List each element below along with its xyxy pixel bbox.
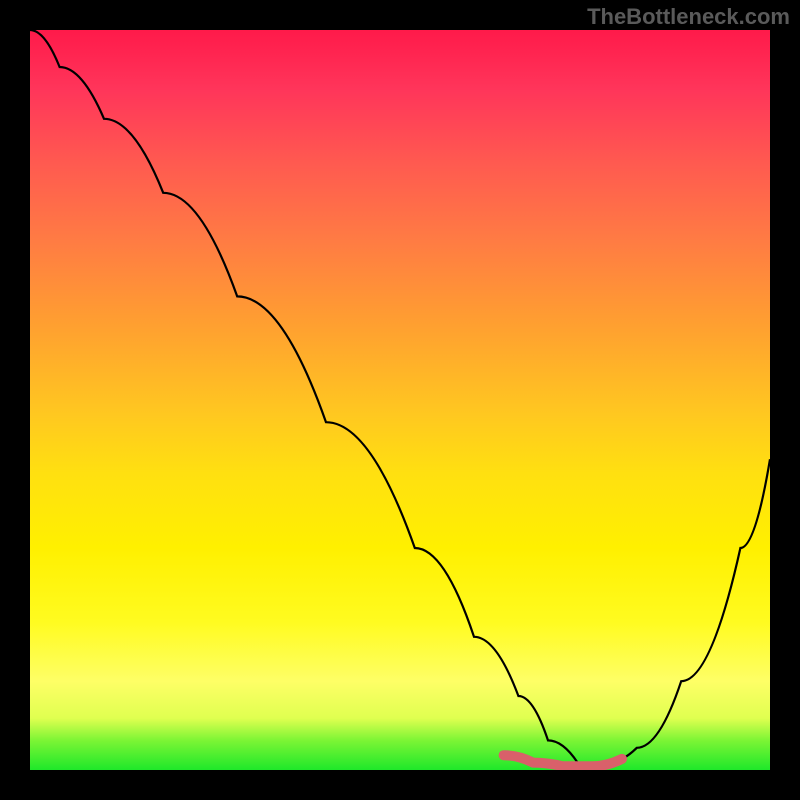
bottleneck-curve bbox=[30, 30, 770, 763]
watermark-text: TheBottleneck.com bbox=[587, 4, 790, 30]
chart-svg bbox=[30, 30, 770, 770]
plot-area bbox=[30, 30, 770, 770]
optimal-range-marker bbox=[504, 755, 622, 766]
